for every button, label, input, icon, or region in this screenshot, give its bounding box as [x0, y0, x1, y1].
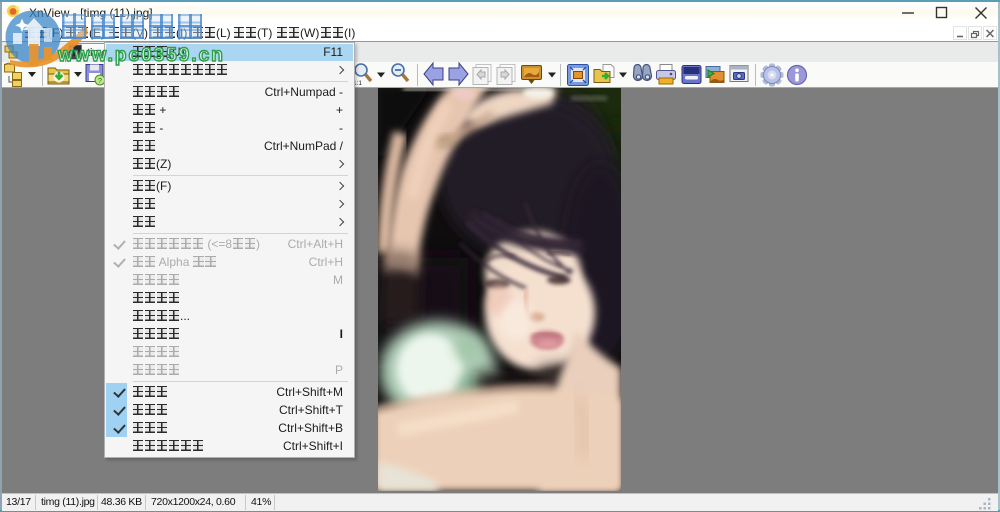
svg-text:?: ? — [98, 78, 102, 85]
